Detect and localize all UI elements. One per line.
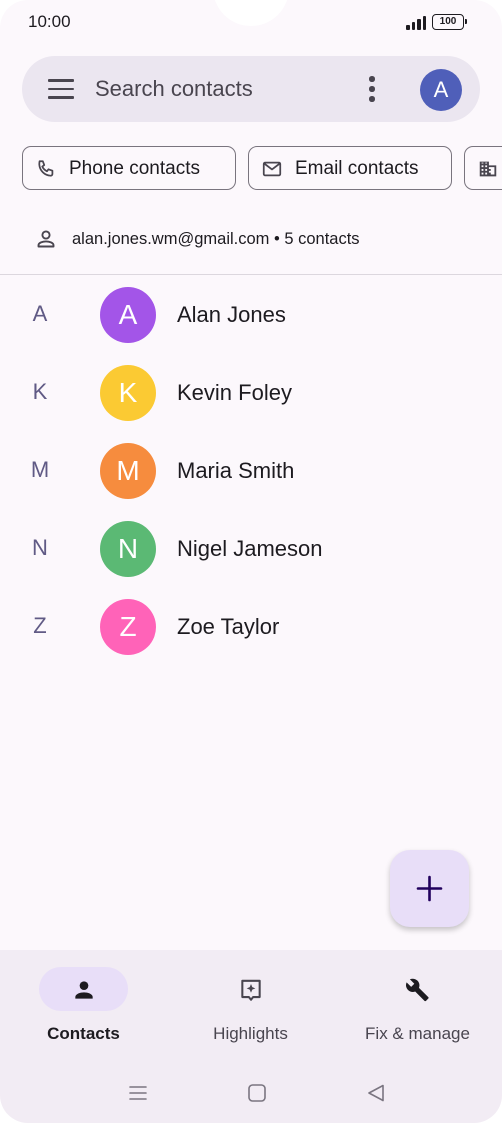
mail-icon [262,161,282,177]
status-bar: 10:00 100 [0,0,502,44]
add-contact-button[interactable] [390,850,469,927]
nav-contacts[interactable]: Contacts [0,967,167,1047]
contact-row[interactable]: Z Z Zoe Taylor [0,599,502,663]
nav-fix-manage-label: Fix & manage [365,1024,470,1043]
contact-avatar: K [100,365,156,421]
building-icon [479,161,497,177]
phone-icon [38,160,54,177]
nav-highlights-label: Highlights [213,1024,288,1043]
contact-row[interactable]: M M Maria Smith [0,443,502,507]
contact-name: Alan Jones [177,302,286,327]
contact-row[interactable]: N N Nigel Jameson [0,521,502,585]
filter-chips: Phone contacts Email contacts [0,146,502,192]
phone-contacts-chip[interactable]: Phone contacts [22,146,236,190]
nav-contacts-label: Contacts [47,1024,120,1043]
divider [0,274,502,275]
recents-icon[interactable] [127,1082,149,1104]
highlights-icon [241,979,261,1001]
organization-chip[interactable] [464,146,502,190]
contact-avatar: M [100,443,156,499]
nav-fix-manage[interactable]: Fix & manage [334,967,501,1047]
contact-name: Nigel Jameson [177,536,323,561]
more-options-icon[interactable] [360,76,384,102]
home-icon[interactable] [246,1082,268,1104]
account-avatar[interactable]: A [420,69,462,111]
contact-name: Zoe Taylor [177,614,280,639]
menu-icon[interactable] [48,79,74,99]
index-letter: A [32,301,48,326]
contact-name: Kevin Foley [177,380,292,405]
account-summary-text: alan.jones.wm@gmail.com • 5 contacts [72,230,360,248]
index-letter: K [32,379,48,404]
contact-name: Maria Smith [177,458,295,483]
camera-notch [213,0,289,26]
person-icon [37,230,55,248]
status-time: 10:00 [28,12,71,31]
contact-row[interactable]: K K Kevin Foley [0,365,502,429]
wrench-icon [406,978,429,1002]
account-summary: alan.jones.wm@gmail.com • 5 contacts [0,224,502,256]
email-contacts-label: Email contacts [295,158,419,179]
search-bar[interactable]: Search contacts A [22,56,480,122]
index-letter: Z [33,613,47,638]
nav-highlights[interactable]: Highlights [167,967,334,1047]
back-icon[interactable] [365,1082,387,1104]
contact-avatar: N [100,521,156,577]
signal-icon [406,14,428,30]
index-letter: N [32,535,48,560]
email-contacts-chip[interactable]: Email contacts [248,146,452,190]
contact-row[interactable]: A A Alan Jones [0,287,502,351]
contact-avatar: A [100,287,156,343]
contacts-screen: 10:00 100 Search contacts A Phone contac… [0,0,502,1123]
index-letter: M [30,457,50,482]
search-input[interactable]: Search contacts [95,76,253,102]
contact-avatar: Z [100,599,156,655]
system-navigation [0,1078,502,1108]
battery-icon: 100 [432,14,467,30]
phone-contacts-label: Phone contacts [69,158,200,179]
plus-icon [416,875,443,902]
person-icon [75,981,93,999]
